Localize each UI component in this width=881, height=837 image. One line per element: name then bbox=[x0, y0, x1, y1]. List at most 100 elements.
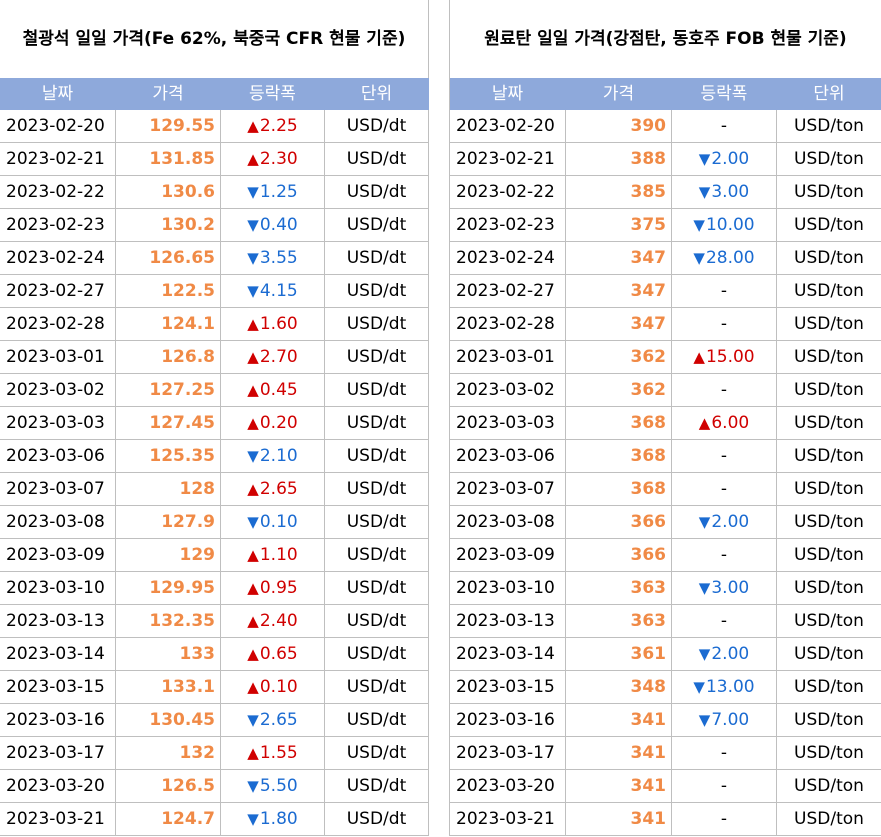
date-cell: 2023-03-16 bbox=[0, 704, 116, 736]
price-cell: 131.85 bbox=[116, 143, 221, 175]
change-cell: - bbox=[672, 605, 777, 637]
unit-cell: USD/ton bbox=[794, 281, 864, 301]
date-cell: 2023-02-23 bbox=[449, 209, 566, 241]
date-cell: 2023-03-21 bbox=[449, 803, 566, 835]
change-cell: ▼28.00 bbox=[672, 242, 777, 274]
price-cell: 133.1 bbox=[116, 671, 221, 703]
coking-coal-title: 원료탄 일일 가격(강점탄, 동호주 FOB 현물 기준) bbox=[449, 0, 881, 78]
up-triangle-icon: ▲ bbox=[247, 480, 259, 498]
price-cell: 385 bbox=[566, 176, 672, 208]
price-cell: 341 bbox=[566, 704, 672, 736]
unit-cell: USD/ton bbox=[794, 512, 864, 532]
change-value: 2.30 bbox=[259, 149, 298, 169]
change-cell: ▼2.65 bbox=[221, 704, 325, 736]
date-cell: 2023-03-15 bbox=[449, 671, 566, 703]
unit-cell: USD/dt bbox=[325, 473, 429, 505]
down-triangle-icon: ▼ bbox=[247, 282, 259, 300]
header-date: 날짜 bbox=[0, 78, 116, 110]
change-cell: ▼10.00 bbox=[672, 209, 777, 241]
price-cell: 347 bbox=[566, 242, 672, 274]
down-triangle-icon: ▼ bbox=[247, 216, 259, 234]
price-cell: 366 bbox=[566, 506, 672, 538]
unit-cell: USD/dt bbox=[325, 341, 429, 373]
price-cell: 341 bbox=[566, 770, 672, 802]
change-value: 1.80 bbox=[259, 809, 298, 829]
iron-ore-rows: 2023-02-20 129.55 ▲2.25 USD/dt 2023-02-21 131… bbox=[0, 110, 429, 836]
table-row: 2023-03-13 363 - USD/ton bbox=[449, 605, 881, 638]
date-cell: 2023-03-06 bbox=[449, 440, 566, 472]
change-value: 2.25 bbox=[259, 116, 298, 136]
table-row: 2023-03-10 129.95 ▲0.95 USD/dt bbox=[0, 572, 429, 605]
price-cell: 375 bbox=[566, 209, 672, 241]
date-cell: 2023-03-20 bbox=[0, 770, 116, 802]
price-cell: 390 bbox=[566, 110, 672, 142]
date-cell: 2023-02-23 bbox=[0, 209, 116, 241]
table-row: 2023-02-27 347 - USD/ton bbox=[449, 275, 881, 308]
unit-cell: USD/ton bbox=[794, 182, 864, 202]
change-cell: ▲1.60 bbox=[221, 308, 325, 340]
price-cell: 130.45 bbox=[116, 704, 221, 736]
change-cell: ▼3.00 bbox=[672, 572, 777, 604]
up-triangle-icon: ▲ bbox=[247, 612, 259, 630]
change-cell: - bbox=[672, 737, 777, 769]
change-value: 5.50 bbox=[259, 776, 298, 796]
price-cell: 127.25 bbox=[116, 374, 221, 406]
change-cell: - bbox=[672, 275, 777, 307]
price-cell: 362 bbox=[566, 341, 672, 373]
change-cell: ▼2.00 bbox=[672, 506, 777, 538]
table-row: 2023-03-14 133 ▲0.65 USD/dt bbox=[0, 638, 429, 671]
table-row: 2023-02-23 130.2 ▼0.40 USD/dt bbox=[0, 209, 429, 242]
unit-cell: USD/ton bbox=[794, 776, 864, 796]
date-cell: 2023-02-24 bbox=[0, 242, 116, 274]
change-cell: - bbox=[672, 374, 777, 406]
price-cell: 127.9 bbox=[116, 506, 221, 538]
unit-cell: USD/dt bbox=[325, 242, 429, 274]
change-value: - bbox=[720, 479, 728, 499]
change-value: 3.55 bbox=[259, 248, 298, 268]
date-cell: 2023-03-13 bbox=[449, 605, 566, 637]
change-value: - bbox=[720, 776, 728, 796]
change-value: - bbox=[720, 545, 728, 565]
up-triangle-icon: ▲ bbox=[247, 381, 259, 399]
change-value: 2.00 bbox=[711, 149, 750, 169]
unit-cell: USD/ton bbox=[794, 710, 864, 730]
date-cell: 2023-02-22 bbox=[449, 176, 566, 208]
change-value: 6.00 bbox=[711, 413, 750, 433]
change-value: 15.00 bbox=[705, 347, 755, 367]
change-cell: - bbox=[672, 539, 777, 571]
date-cell: 2023-03-01 bbox=[0, 341, 116, 373]
header-unit: 단위 bbox=[813, 84, 845, 104]
change-value: 13.00 bbox=[705, 677, 755, 697]
up-triangle-icon: ▲ bbox=[247, 117, 259, 135]
change-value: - bbox=[720, 743, 728, 763]
change-value: 2.40 bbox=[259, 611, 298, 631]
header-date: 날짜 bbox=[449, 78, 566, 110]
table-row: 2023-03-09 129 ▲1.10 USD/dt bbox=[0, 539, 429, 572]
change-cell: ▲2.25 bbox=[221, 110, 325, 142]
unit-cell: USD/dt bbox=[325, 143, 429, 175]
price-cell: 368 bbox=[566, 473, 672, 505]
change-value: 4.15 bbox=[259, 281, 298, 301]
price-cell: 129.55 bbox=[116, 110, 221, 142]
down-triangle-icon: ▼ bbox=[698, 579, 711, 597]
up-triangle-icon: ▲ bbox=[247, 414, 259, 432]
change-value: 2.00 bbox=[711, 512, 750, 532]
date-cell: 2023-02-20 bbox=[449, 110, 566, 142]
price-cell: 132 bbox=[116, 737, 221, 769]
table-row: 2023-03-07 128 ▲2.65 USD/dt bbox=[0, 473, 429, 506]
unit-cell: USD/dt bbox=[325, 506, 429, 538]
table-row: 2023-02-28 347 - USD/ton bbox=[449, 308, 881, 341]
change-value: 1.55 bbox=[259, 743, 298, 763]
change-cell: ▲0.95 bbox=[221, 572, 325, 604]
down-triangle-icon: ▼ bbox=[247, 777, 259, 795]
unit-cell: USD/dt bbox=[325, 671, 429, 703]
unit-cell: USD/dt bbox=[325, 308, 429, 340]
table-row: 2023-03-01 126.8 ▲2.70 USD/dt bbox=[0, 341, 429, 374]
change-value: - bbox=[720, 380, 728, 400]
change-cell: ▲0.45 bbox=[221, 374, 325, 406]
down-triangle-icon: ▼ bbox=[693, 216, 705, 234]
change-value: - bbox=[720, 809, 728, 829]
down-triangle-icon: ▼ bbox=[247, 711, 259, 729]
unit-cell: USD/dt bbox=[325, 704, 429, 736]
unit-cell: USD/dt bbox=[325, 374, 429, 406]
